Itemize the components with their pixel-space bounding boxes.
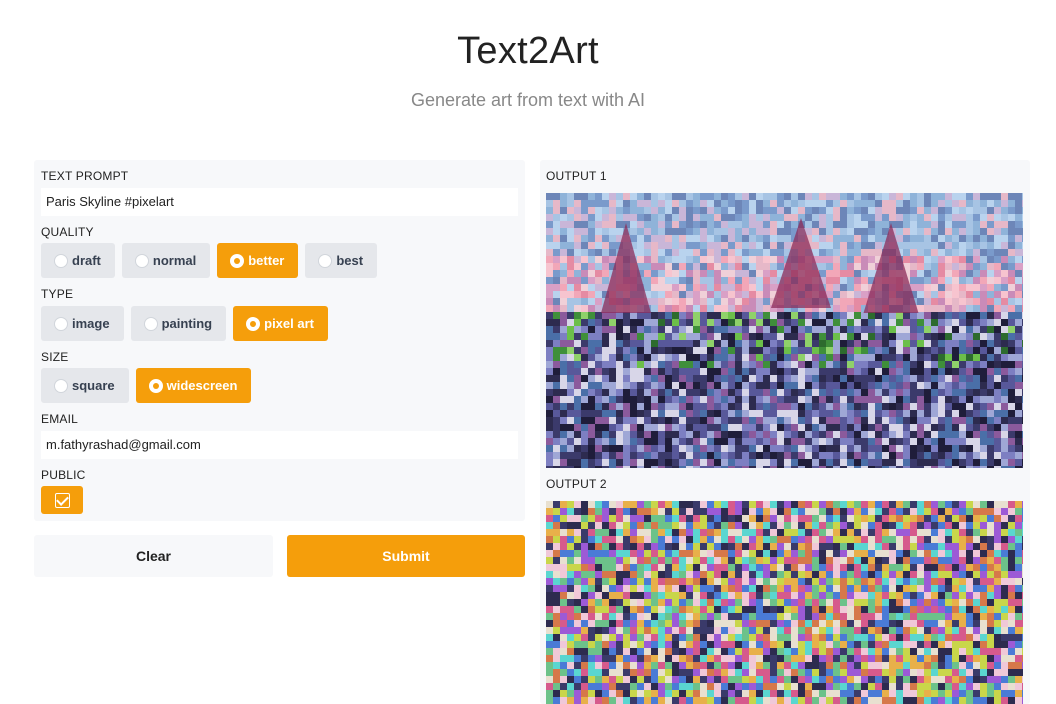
email-input[interactable]: m.fathyrashad@gmail.com [41,431,518,459]
submit-button[interactable]: Submit [287,535,525,577]
radio-selected-icon [230,253,245,268]
radio-label: image [72,316,110,331]
radio-label: widescreen [166,378,238,393]
size-label: SIZE [41,350,69,364]
size-option-widescreen[interactable]: widescreen [135,368,252,403]
radio-label: normal [152,253,197,268]
radio-label: painting [161,316,213,331]
pixel-art-noisy-image [546,501,1023,704]
quality-option-better[interactable]: better [217,243,299,278]
radio-selected-icon [148,378,163,393]
output1-image[interactable] [546,193,1023,468]
type-option-image[interactable]: image [41,306,124,341]
checkmark-icon [54,492,70,508]
type-radio-group: image painting pixel art [41,306,328,341]
public-label: PUBLIC [41,468,86,482]
public-checkbox[interactable] [41,486,83,514]
radio-selected-icon [246,316,261,331]
type-label: TYPE [41,287,74,301]
prompt-input[interactable]: Paris Skyline #pixelart [41,188,518,216]
radio-label: draft [72,253,101,268]
radio-icon [318,253,333,268]
radio-icon [134,253,149,268]
quality-label: QUALITY [41,225,94,239]
output2-image[interactable] [546,501,1023,704]
output1-label: OUTPUT 1 [546,169,607,183]
radio-label: square [72,378,115,393]
input-panel: TEXT PROMPT Paris Skyline #pixelart QUAL… [34,160,525,521]
app-subtitle: Generate art from text with AI [410,90,646,110]
output-panel: OUTPUT 1 OUTPUT 2 [540,160,1030,704]
app-title: Text2Art [457,30,599,72]
quality-radio-group: draft normal better best [41,243,378,278]
radio-icon [54,378,68,393]
email-label: EMAIL [41,412,79,426]
radio-icon [143,316,158,331]
quality-option-best[interactable]: best [305,243,378,278]
output2-label: OUTPUT 2 [546,477,607,491]
size-radio-group: square widescreen [41,368,252,403]
prompt-label: TEXT PROMPT [41,169,129,183]
clear-button[interactable]: Clear [34,535,273,577]
radio-icon [54,316,68,331]
radio-label: best [336,253,364,268]
size-option-square[interactable]: square [41,368,129,403]
type-option-painting[interactable]: painting [130,306,227,341]
type-option-pixel-art[interactable]: pixel art [233,306,328,341]
quality-option-normal[interactable]: normal [121,243,211,278]
pixel-art-skyline-image [546,193,1023,468]
quality-option-draft[interactable]: draft [41,243,115,278]
radio-label: pixel art [264,316,314,331]
radio-icon [54,253,68,268]
radio-label: better [248,253,285,268]
